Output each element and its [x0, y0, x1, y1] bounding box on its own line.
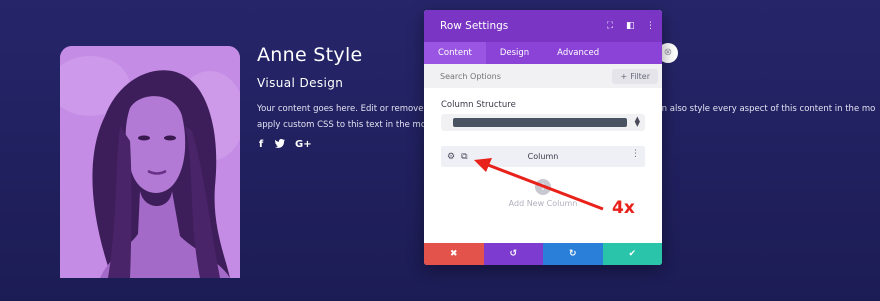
redo-button[interactable]: ↻: [543, 243, 603, 265]
undo-icon: ↺: [509, 249, 518, 259]
select-caret-icon: ▲ ▼: [634, 115, 640, 128]
modal-header-icons: ⛶ ◧ ⋮: [606, 21, 655, 31]
search-options-input[interactable]: [440, 71, 580, 81]
expand-icon[interactable]: ⛶: [606, 21, 614, 31]
profile-photo: [60, 46, 240, 278]
modal-header: Row Settings ⛶ ◧ ⋮: [424, 10, 662, 42]
discard-button[interactable]: ✖: [424, 243, 484, 265]
column-item[interactable]: ⚙ ⧉ Column ⋮: [441, 146, 645, 167]
save-button[interactable]: ✔: [602, 243, 662, 265]
sidebar-icon[interactable]: ◧: [626, 21, 635, 31]
column-label: Column: [527, 152, 559, 161]
facebook-icon[interactable]: f: [257, 139, 265, 151]
portrait-illustration: [60, 46, 240, 278]
filter-button[interactable]: + Filter: [612, 68, 658, 84]
tab-advanced[interactable]: Advanced: [543, 42, 613, 64]
profile-role: Visual Design: [257, 76, 344, 90]
more-icon[interactable]: ⋮: [646, 21, 655, 31]
modal-footer: ✖ ↺ ↻ ✔: [424, 243, 662, 265]
add-column-icon[interactable]: +: [535, 179, 551, 195]
column-structure-preview: [453, 118, 627, 127]
profile-name: Anne Style: [257, 44, 363, 66]
close-icon: ✖: [449, 249, 458, 259]
filter-label: Filter: [630, 71, 650, 81]
social-links: f G+: [257, 139, 312, 151]
body-line-1: Your content goes here. Edit or remove: [257, 104, 424, 114]
column-more-icon[interactable]: ⋮: [631, 149, 640, 159]
twitter-icon[interactable]: [275, 139, 285, 151]
check-icon: ✔: [628, 249, 637, 259]
column-structure-label: Column Structure: [441, 100, 516, 110]
redo-icon: ↻: [568, 249, 577, 259]
plus-icon: +: [620, 71, 628, 81]
google-plus-icon[interactable]: G+: [295, 139, 312, 151]
search-row: + Filter: [424, 64, 662, 88]
modal-title: Row Settings: [440, 20, 509, 32]
tab-content[interactable]: Content: [424, 42, 486, 64]
undo-button[interactable]: ↺: [483, 243, 543, 265]
body-line-tail: an also style every aspect of this conte…: [656, 104, 876, 114]
tab-design[interactable]: Design: [486, 42, 543, 64]
annotation-label: 4x: [612, 198, 635, 218]
column-structure-select[interactable]: ▲ ▼: [441, 114, 645, 131]
modal-tabs: Content Design Advanced: [424, 42, 662, 64]
row-settings-modal: Row Settings ⛶ ◧ ⋮ Content Design Advanc…: [424, 10, 662, 265]
